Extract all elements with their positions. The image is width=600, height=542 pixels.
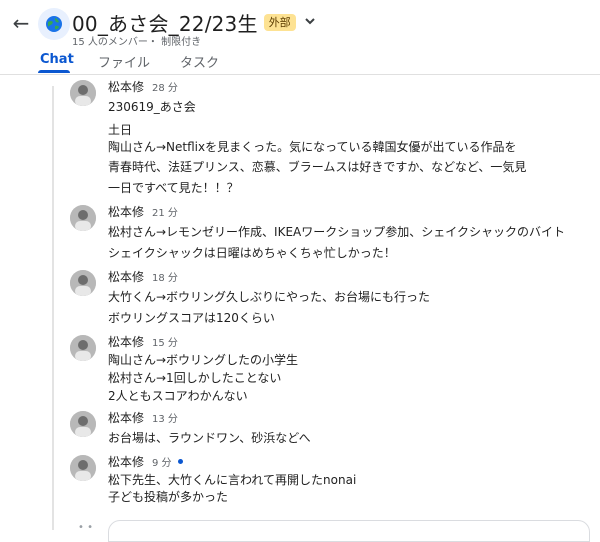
avatar[interactable]: [70, 335, 96, 361]
author-name[interactable]: 松本修: [108, 203, 144, 220]
message-line: 2人ともスコアわかんない: [108, 389, 248, 403]
external-badge: 外部: [263, 14, 296, 31]
message-line: 青春時代、法廷プリンス、恋慕、ブラームスは好きですか、などなど、一気見: [108, 160, 527, 174]
tab-bar: Chat ファイル タスク: [0, 48, 600, 75]
author-name[interactable]: 松本修: [108, 78, 144, 95]
avatar[interactable]: [70, 270, 96, 296]
author-name[interactable]: 松本修: [108, 453, 144, 470]
message-line: シェイクシャックは日曜はめちゃくちゃ忙しかった！: [108, 246, 396, 260]
avatar[interactable]: [70, 455, 96, 481]
message-line: 陶山さん→ボウリングしたの小学生: [108, 353, 299, 367]
timestamp: 21 分: [152, 208, 178, 219]
compose-box[interactable]: [108, 520, 590, 542]
timestamp: 28 分: [152, 83, 178, 94]
author-name[interactable]: 松本修: [108, 268, 144, 285]
globe-icon: [38, 8, 70, 40]
tab-tasks[interactable]: タスク: [180, 52, 219, 71]
author-name[interactable]: 松本修: [108, 409, 144, 426]
active-tab-indicator: [38, 70, 70, 73]
timestamp: 9 分: [152, 458, 172, 469]
message-line: 松村さん→レモンゼリー作成、IKEAワークショップ参加、シェイクシャックのバイト: [108, 225, 566, 239]
author-name[interactable]: 松本修: [108, 333, 144, 350]
chevron-down-icon[interactable]: [304, 15, 316, 30]
avatar[interactable]: [70, 205, 96, 231]
message-line: 土日: [108, 123, 133, 137]
message-line: お台場は、ラウンドワン、砂浜などへ: [108, 431, 311, 445]
message-line: 子ども投稿が多かった: [108, 490, 229, 504]
tab-chat[interactable]: Chat: [40, 52, 74, 67]
arrow-back-icon[interactable]: ←: [10, 11, 32, 35]
message-line: 陶山さん→Netflixを見まくった。気になっている韓国女優が出ている作品を: [108, 140, 517, 154]
avatar[interactable]: [70, 80, 96, 106]
message-line: ボウリングスコアは120くらい: [108, 311, 275, 325]
message-line: 松村さん→1回しかしたことない: [108, 371, 282, 385]
member-count: 15 人のメンバー・ 制限付き: [72, 37, 202, 48]
timestamp: 15 分: [152, 338, 178, 349]
more-dots-icon: • •: [78, 522, 93, 533]
thread-line: [52, 86, 54, 530]
message-line: 松下先生、大竹くんに言われて再開したnonai: [108, 473, 357, 487]
message-line: 大竹くん→ボウリング久しぶりにやった、お台場にも行った: [108, 290, 431, 304]
tab-files[interactable]: ファイル: [98, 52, 150, 71]
avatar[interactable]: [70, 411, 96, 437]
chat-header: ← 00_あさ会_22/23生 外部 15 人のメンバー・ 制限付き Chat …: [0, 0, 600, 75]
message-line: 230619_あさ会: [108, 100, 196, 114]
unread-dot-icon: [177, 459, 183, 464]
timestamp: 13 分: [152, 414, 178, 425]
timestamp: 18 分: [152, 273, 178, 284]
message-line: 一日ですべて見た！！？: [108, 181, 239, 195]
